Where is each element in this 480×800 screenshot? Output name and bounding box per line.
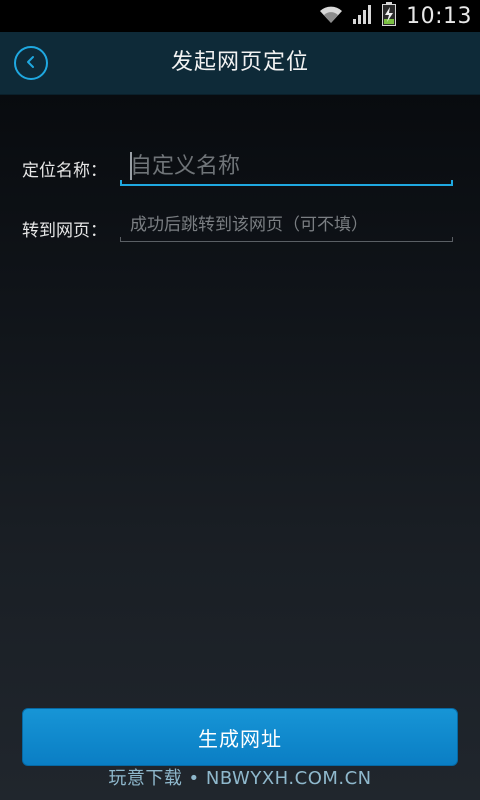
back-button[interactable] [14,46,48,80]
name-input[interactable] [120,148,453,184]
page-field[interactable] [120,210,453,242]
page-label: 转到网页： [22,221,107,241]
status-bar: 10:13 [0,0,480,32]
watermark: 玩意下载 • NBWYXH.COM.CN [108,768,372,789]
battery-charging-icon [382,2,397,30]
name-label: 定位名称： [22,161,107,181]
page-row: 转到网页： [0,210,480,244]
signal-icon [352,4,374,28]
wifi-icon [318,3,344,29]
page-title: 发起网页定位 [170,50,309,75]
status-clock: 10:13 [406,3,472,29]
page-underline [120,237,453,242]
app-header: 发起网页定位 [0,32,480,95]
screen: 10:13 发起网页定位 定位名称： 转到网页： [0,0,480,800]
text-cursor [130,152,132,180]
generate-url-button[interactable]: 生成网址 [22,708,458,766]
name-field[interactable] [120,148,453,186]
chevron-left-icon [24,54,38,73]
name-row: 定位名称： [0,148,480,188]
page-url-input[interactable] [120,210,453,240]
name-underline [120,180,453,186]
